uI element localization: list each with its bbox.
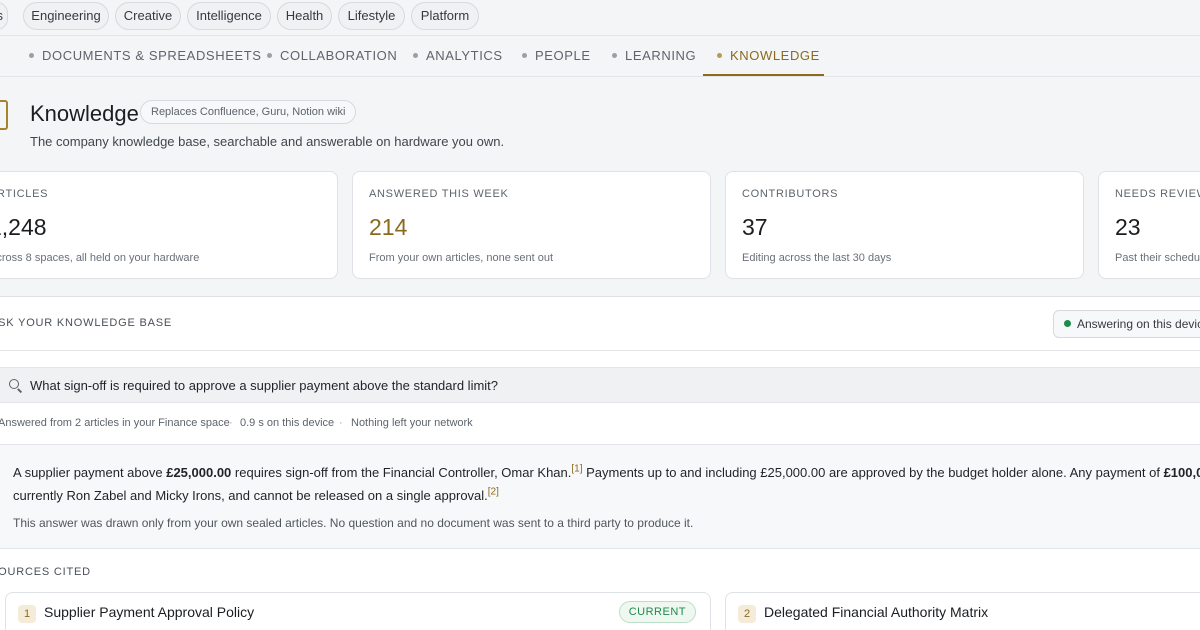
answering-device-badge: Answering on this device: [1053, 310, 1200, 338]
meta-separator: ·: [229, 417, 233, 429]
category-pill-health[interactable]: Health: [277, 2, 332, 30]
answer-block: A supplier payment above £25,000.00 requ…: [0, 445, 1200, 549]
stat-note: Past their schedul: [1115, 252, 1200, 264]
section-tabs: DOCUMENTS & SPREADSHEETS COLLABORATION A…: [0, 37, 1200, 77]
answer-text: A supplier payment above £25,000.00 requ…: [13, 461, 1200, 507]
tab-label: KNOWLEDGE: [730, 48, 820, 63]
stat-card-contributors: CONTRIBUTORS 37 Editing across the last …: [725, 171, 1084, 279]
tab-collaboration[interactable]: COLLABORATION: [267, 37, 397, 76]
tab-label: LEARNING: [625, 48, 697, 63]
category-pill-intelligence[interactable]: Intelligence: [187, 2, 271, 30]
stat-note: From your own articles, none sent out: [369, 252, 554, 264]
stat-label: NEEDS REVIEW: [1115, 188, 1200, 200]
ask-knowledge-base-panel: ASK YOUR KNOWLEDGE BASE Answering on thi…: [0, 296, 1200, 630]
tab-label: PEOPLE: [535, 48, 591, 63]
tab-dot-icon: [29, 53, 34, 59]
category-pill-lifestyle[interactable]: Lifestyle: [338, 2, 405, 30]
tab-documents-spreadsheets[interactable]: DOCUMENTS & SPREADSHEETS: [29, 37, 262, 76]
tab-analytics[interactable]: ANALYTICS: [413, 37, 503, 76]
answer-provenance-note: This answer was drawn only from your own…: [13, 516, 694, 530]
category-pill-engineering[interactable]: Engineering: [23, 2, 109, 30]
stat-card-needs-review: NEEDS REVIEW 23 Past their schedul: [1098, 171, 1200, 279]
question-input[interactable]: What sign-off is required to approve a s…: [0, 367, 1200, 403]
tab-learning[interactable]: LEARNING: [612, 37, 696, 76]
category-pill[interactable]: s: [0, 2, 8, 30]
tab-dot-icon: [522, 53, 527, 59]
source-number: 2: [738, 605, 756, 623]
stat-label: ANSWERED THIS WEEK: [369, 188, 509, 200]
knowledge-book-icon: [0, 100, 8, 130]
citation-1-link[interactable]: [1]: [571, 464, 582, 475]
stat-note: Across 8 spaces, all held on your hardwa…: [0, 252, 200, 264]
meta-network: Nothing left your network: [351, 417, 473, 429]
tab-dot-icon: [612, 53, 617, 59]
stat-label: ARTICLES: [0, 188, 49, 200]
answer-segment: A supplier payment above: [13, 465, 167, 480]
device-badge-label: Answering on this device: [1077, 317, 1200, 331]
tab-people[interactable]: PEOPLE: [522, 37, 591, 76]
answer-segment: requires sign-off from the Financial Con…: [231, 465, 572, 480]
answer-meta: Answered from 2 articles in your Finance…: [0, 403, 1200, 445]
stat-card-answered-this-week: ANSWERED THIS WEEK 214 From your own art…: [352, 171, 711, 279]
source-card-2[interactable]: 2 Delegated Financial Authority Matrix: [725, 592, 1200, 630]
tab-label: DOCUMENTS & SPREADSHEETS: [42, 48, 262, 63]
answer-amount: £25,000.00: [166, 465, 232, 480]
sources-cited-title: SOURCES CITED: [0, 566, 91, 578]
source-card-1[interactable]: 1 Supplier Payment Approval Policy CURRE…: [5, 592, 711, 630]
meta-sources: Answered from 2 articles in your Finance…: [0, 417, 230, 429]
stat-value: 214: [369, 214, 408, 240]
stat-card-articles: ARTICLES 1,248 Across 8 spaces, all held…: [0, 171, 338, 279]
question-text: What sign-off is required to approve a s…: [30, 378, 499, 393]
tab-label: COLLABORATION: [280, 48, 398, 63]
stat-value: 23: [1115, 214, 1141, 240]
tab-label: ANALYTICS: [426, 48, 503, 63]
tab-dot-icon: [717, 53, 722, 59]
source-title: Supplier Payment Approval Policy: [44, 604, 255, 620]
stat-value: 1,248: [0, 214, 47, 240]
citation-2-link[interactable]: [2]: [488, 487, 499, 498]
category-pill-bar: s Engineering Creative Intelligence Heal…: [0, 0, 1200, 36]
tab-dot-icon: [267, 53, 272, 59]
answer-segment: currently Ron Zabel and Micky Irons, and…: [13, 488, 488, 503]
page-title: Knowledge: [30, 101, 139, 126]
answer-amount: £100,0: [1163, 465, 1200, 480]
green-dot-icon: [1064, 320, 1071, 328]
tab-dot-icon: [413, 53, 418, 59]
ask-panel-header: ASK YOUR KNOWLEDGE BASE Answering on thi…: [0, 297, 1200, 351]
category-pill-platform[interactable]: Platform: [411, 2, 479, 30]
ask-panel-title: ASK YOUR KNOWLEDGE BASE: [0, 317, 173, 329]
replaces-badge: Replaces Confluence, Guru, Notion wiki: [140, 100, 357, 124]
search-icon: [9, 379, 19, 389]
source-number: 1: [18, 605, 36, 623]
page-subtitle: The company knowledge base, searchable a…: [30, 134, 505, 149]
stat-label: CONTRIBUTORS: [742, 188, 839, 200]
source-title: Delegated Financial Authority Matrix: [764, 604, 989, 620]
meta-separator: ·: [339, 417, 343, 429]
tab-knowledge[interactable]: KNOWLEDGE: [703, 37, 824, 76]
category-pill-creative[interactable]: Creative: [115, 2, 181, 30]
meta-timing: 0.9 s on this device: [240, 417, 335, 429]
stat-note: Editing across the last 30 days: [742, 252, 892, 264]
answer-segment: Payments up to and including £25,000.00 …: [582, 465, 1164, 480]
status-badge: CURRENT: [618, 601, 696, 623]
stat-value: 37: [742, 214, 768, 240]
